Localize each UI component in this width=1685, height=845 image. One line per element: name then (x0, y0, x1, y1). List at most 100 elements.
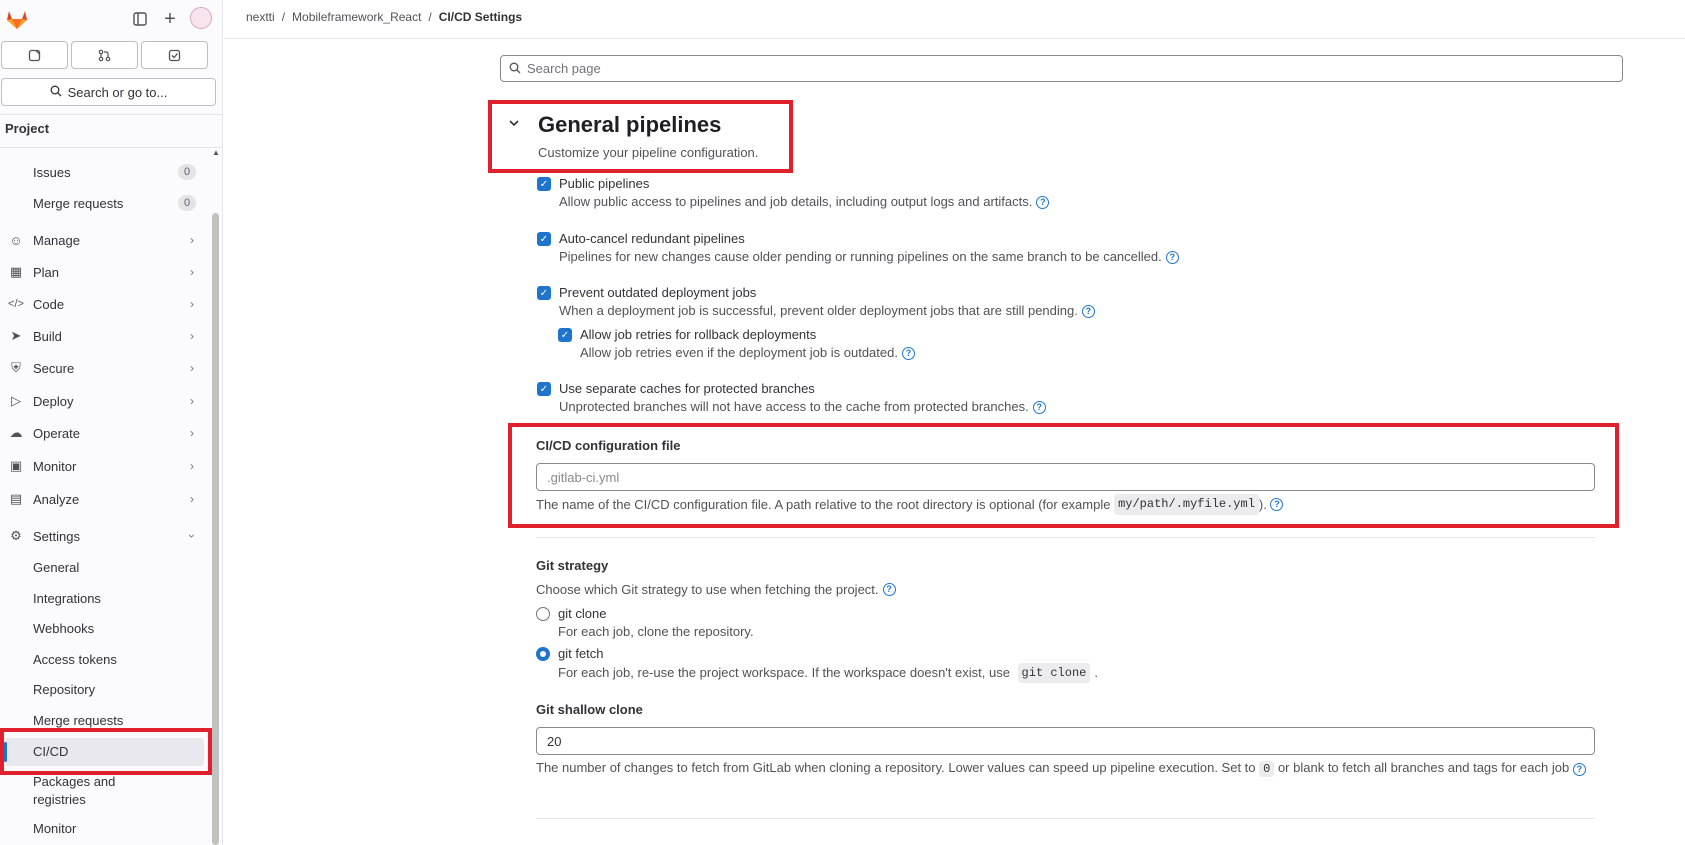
sidebar-item-monitor[interactable]: ▣ Monitor › (0, 452, 208, 480)
sidebar-subitem-integrations[interactable]: Integrations (0, 585, 208, 613)
sidebar-scrollbar[interactable]: ▲ (211, 148, 221, 845)
sidebar-item-label: Packages and registries (33, 774, 116, 807)
scroll-thumb[interactable] (212, 213, 219, 845)
question-icon[interactable]: ? (901, 346, 915, 360)
sidebar-item-deploy[interactable]: ▷ Deploy › (0, 387, 208, 415)
sidebar-item-label: Build (33, 328, 62, 344)
help-text: When a deployment job is successful, pre… (559, 303, 1078, 318)
scroll-up-arrow-icon[interactable]: ▲ (212, 148, 220, 157)
sidebar-item-label: Deploy (33, 393, 74, 409)
question-icon[interactable]: ? (1081, 304, 1095, 318)
help-text: For each job, re-use the project workspa… (558, 665, 1014, 680)
question-icon[interactable]: ? (1036, 195, 1050, 209)
sidebar-item-analyze[interactable]: ▤ Analyze › (0, 485, 208, 513)
checkbox-checked-icon[interactable]: ✓ (537, 382, 551, 396)
todo-icon (168, 49, 181, 61)
help-text: The number of changes to fetch from GitL… (536, 760, 1260, 775)
checkbox-public-pipelines[interactable]: ✓ Public pipelines Allow public access t… (537, 175, 1050, 211)
radio-button[interactable] (536, 607, 550, 621)
checkbox-prevent-outdated[interactable]: ✓ Prevent outdated deployment jobs When … (537, 284, 1095, 320)
sidebar-item-merge-requests[interactable]: Merge requests 0 (0, 189, 208, 217)
search-page-input[interactable]: Search page (500, 55, 1623, 82)
sidebar-item-label: Issues (33, 164, 71, 180)
sidebar-item-label: Repository (33, 682, 96, 697)
sidebar-subitem-repository[interactable]: Repository (0, 676, 208, 704)
highlight-box-config-file (508, 423, 1619, 528)
chevron-right-icon: › (190, 459, 194, 473)
sidebar-subitem-webhooks[interactable]: Webhooks (0, 615, 208, 643)
sidebar-item-settings[interactable]: ⚙ Settings › (0, 522, 208, 550)
sidebar-item-issues[interactable]: Issues 0 (0, 158, 208, 186)
checkbox-auto-cancel[interactable]: ✓ Auto-cancel redundant pipelines Pipeli… (537, 230, 1179, 266)
sidebar-item-code[interactable]: </> Code › (0, 290, 208, 318)
calendar-icon: ▦ (9, 264, 23, 279)
breadcrumb-separator: / (428, 10, 432, 24)
git-strategy-label: Git strategy (536, 558, 609, 573)
radio-git-clone[interactable]: git clone For each job, clone the reposi… (536, 605, 754, 641)
checkbox-checked-icon[interactable]: ✓ (537, 232, 551, 246)
todos-button[interactable] (141, 41, 208, 69)
chevron-right-icon: › (190, 492, 194, 506)
git-strategy-help: Choose which Git strategy to use when fe… (536, 580, 896, 599)
sidebar-item-manage[interactable]: ☺ Manage › (0, 226, 208, 254)
sidebar-subitem-general[interactable]: General (0, 554, 208, 582)
sidebar-item-operate[interactable]: ☁ Operate › (0, 419, 208, 447)
radio-git-fetch[interactable]: git fetch For each job, re-use the proje… (536, 645, 1098, 683)
checkbox-help: Pipelines for new changes cause older pe… (559, 248, 1179, 266)
sidebar-subitem-access-tokens[interactable]: Access tokens (0, 646, 208, 674)
checkbox-label: Public pipelines (559, 176, 650, 191)
sidebar-subitem-packages-registries[interactable]: Packages and registries (0, 772, 208, 810)
gitlab-logo-icon[interactable] (5, 7, 29, 31)
question-icon[interactable]: ? (1165, 250, 1179, 264)
search-icon (50, 85, 62, 100)
breadcrumb-item[interactable]: nextti (246, 10, 275, 24)
help-text: or blank to fetch all branches and tags … (1274, 760, 1570, 775)
radio-help: For each job, re-use the project workspa… (558, 663, 1098, 683)
divider (0, 114, 223, 115)
checkbox-allow-job-retries[interactable]: ✓ Allow job retries for rollback deploym… (558, 326, 915, 362)
checkbox-label: Prevent outdated deployment jobs (559, 285, 757, 300)
question-icon[interactable]: ? (1572, 763, 1586, 776)
code-snippet: git clone (1017, 663, 1091, 683)
divider (224, 38, 1685, 39)
help-text: Allow job retries even if the deployment… (580, 345, 898, 360)
count-badge: 0 (178, 164, 196, 180)
checkbox-label: Allow job retries for rollback deploymen… (580, 327, 817, 342)
avatar[interactable] (190, 7, 212, 29)
input-value: 20 (547, 733, 562, 749)
radio-button-selected[interactable] (536, 647, 550, 661)
code-snippet: 0 (1259, 761, 1275, 777)
breadcrumb-item[interactable]: Mobileframework_React (292, 10, 421, 24)
shallow-clone-input[interactable]: 20 (536, 727, 1595, 755)
divider (536, 537, 1595, 538)
checkbox-separate-caches[interactable]: ✓ Use separate caches for protected bran… (537, 380, 1046, 416)
help-text: Choose which Git strategy to use when fe… (536, 582, 879, 597)
project-section-title: Project (5, 121, 50, 136)
sidebar-toggle-icon[interactable] (129, 8, 151, 30)
issues-button[interactable] (1, 41, 68, 69)
checkbox-checked-icon[interactable]: ✓ (537, 177, 551, 191)
merge-requests-button[interactable] (71, 41, 138, 69)
cloud-gear-icon: ☁ (9, 425, 23, 440)
merge-request-icon (98, 49, 111, 61)
chart-icon: ▤ (9, 491, 23, 506)
search-or-go-to-button[interactable]: Search or go to... (1, 78, 216, 106)
gear-icon: ⚙ (10, 528, 22, 543)
checkbox-help: Unprotected branches will not have acces… (559, 398, 1046, 416)
sidebar-item-secure[interactable]: ⛨ Secure › (0, 354, 208, 382)
sidebar-item-plan[interactable]: ▦ Plan › (0, 258, 208, 286)
plus-icon[interactable]: + (159, 8, 181, 30)
sidebar-item-build[interactable]: ➤ Build › (0, 322, 208, 350)
sidebar-subitem-monitor[interactable]: Monitor (0, 815, 208, 843)
breadcrumb-current[interactable]: CI/CD Settings (439, 10, 522, 24)
question-icon[interactable]: ? (1032, 400, 1046, 414)
highlight-box-cicd (0, 728, 212, 775)
checkbox-checked-icon[interactable]: ✓ (537, 286, 551, 300)
shield-icon: ⛨ (11, 360, 21, 375)
highlight-box-section (488, 100, 793, 173)
deploy-icon: ▷ (11, 393, 21, 408)
shallow-clone-help: The number of changes to fetch from GitL… (536, 758, 1595, 779)
question-icon[interactable]: ? (882, 583, 896, 596)
checkbox-checked-icon[interactable]: ✓ (558, 328, 572, 342)
checkbox-label: Use separate caches for protected branch… (559, 381, 815, 396)
